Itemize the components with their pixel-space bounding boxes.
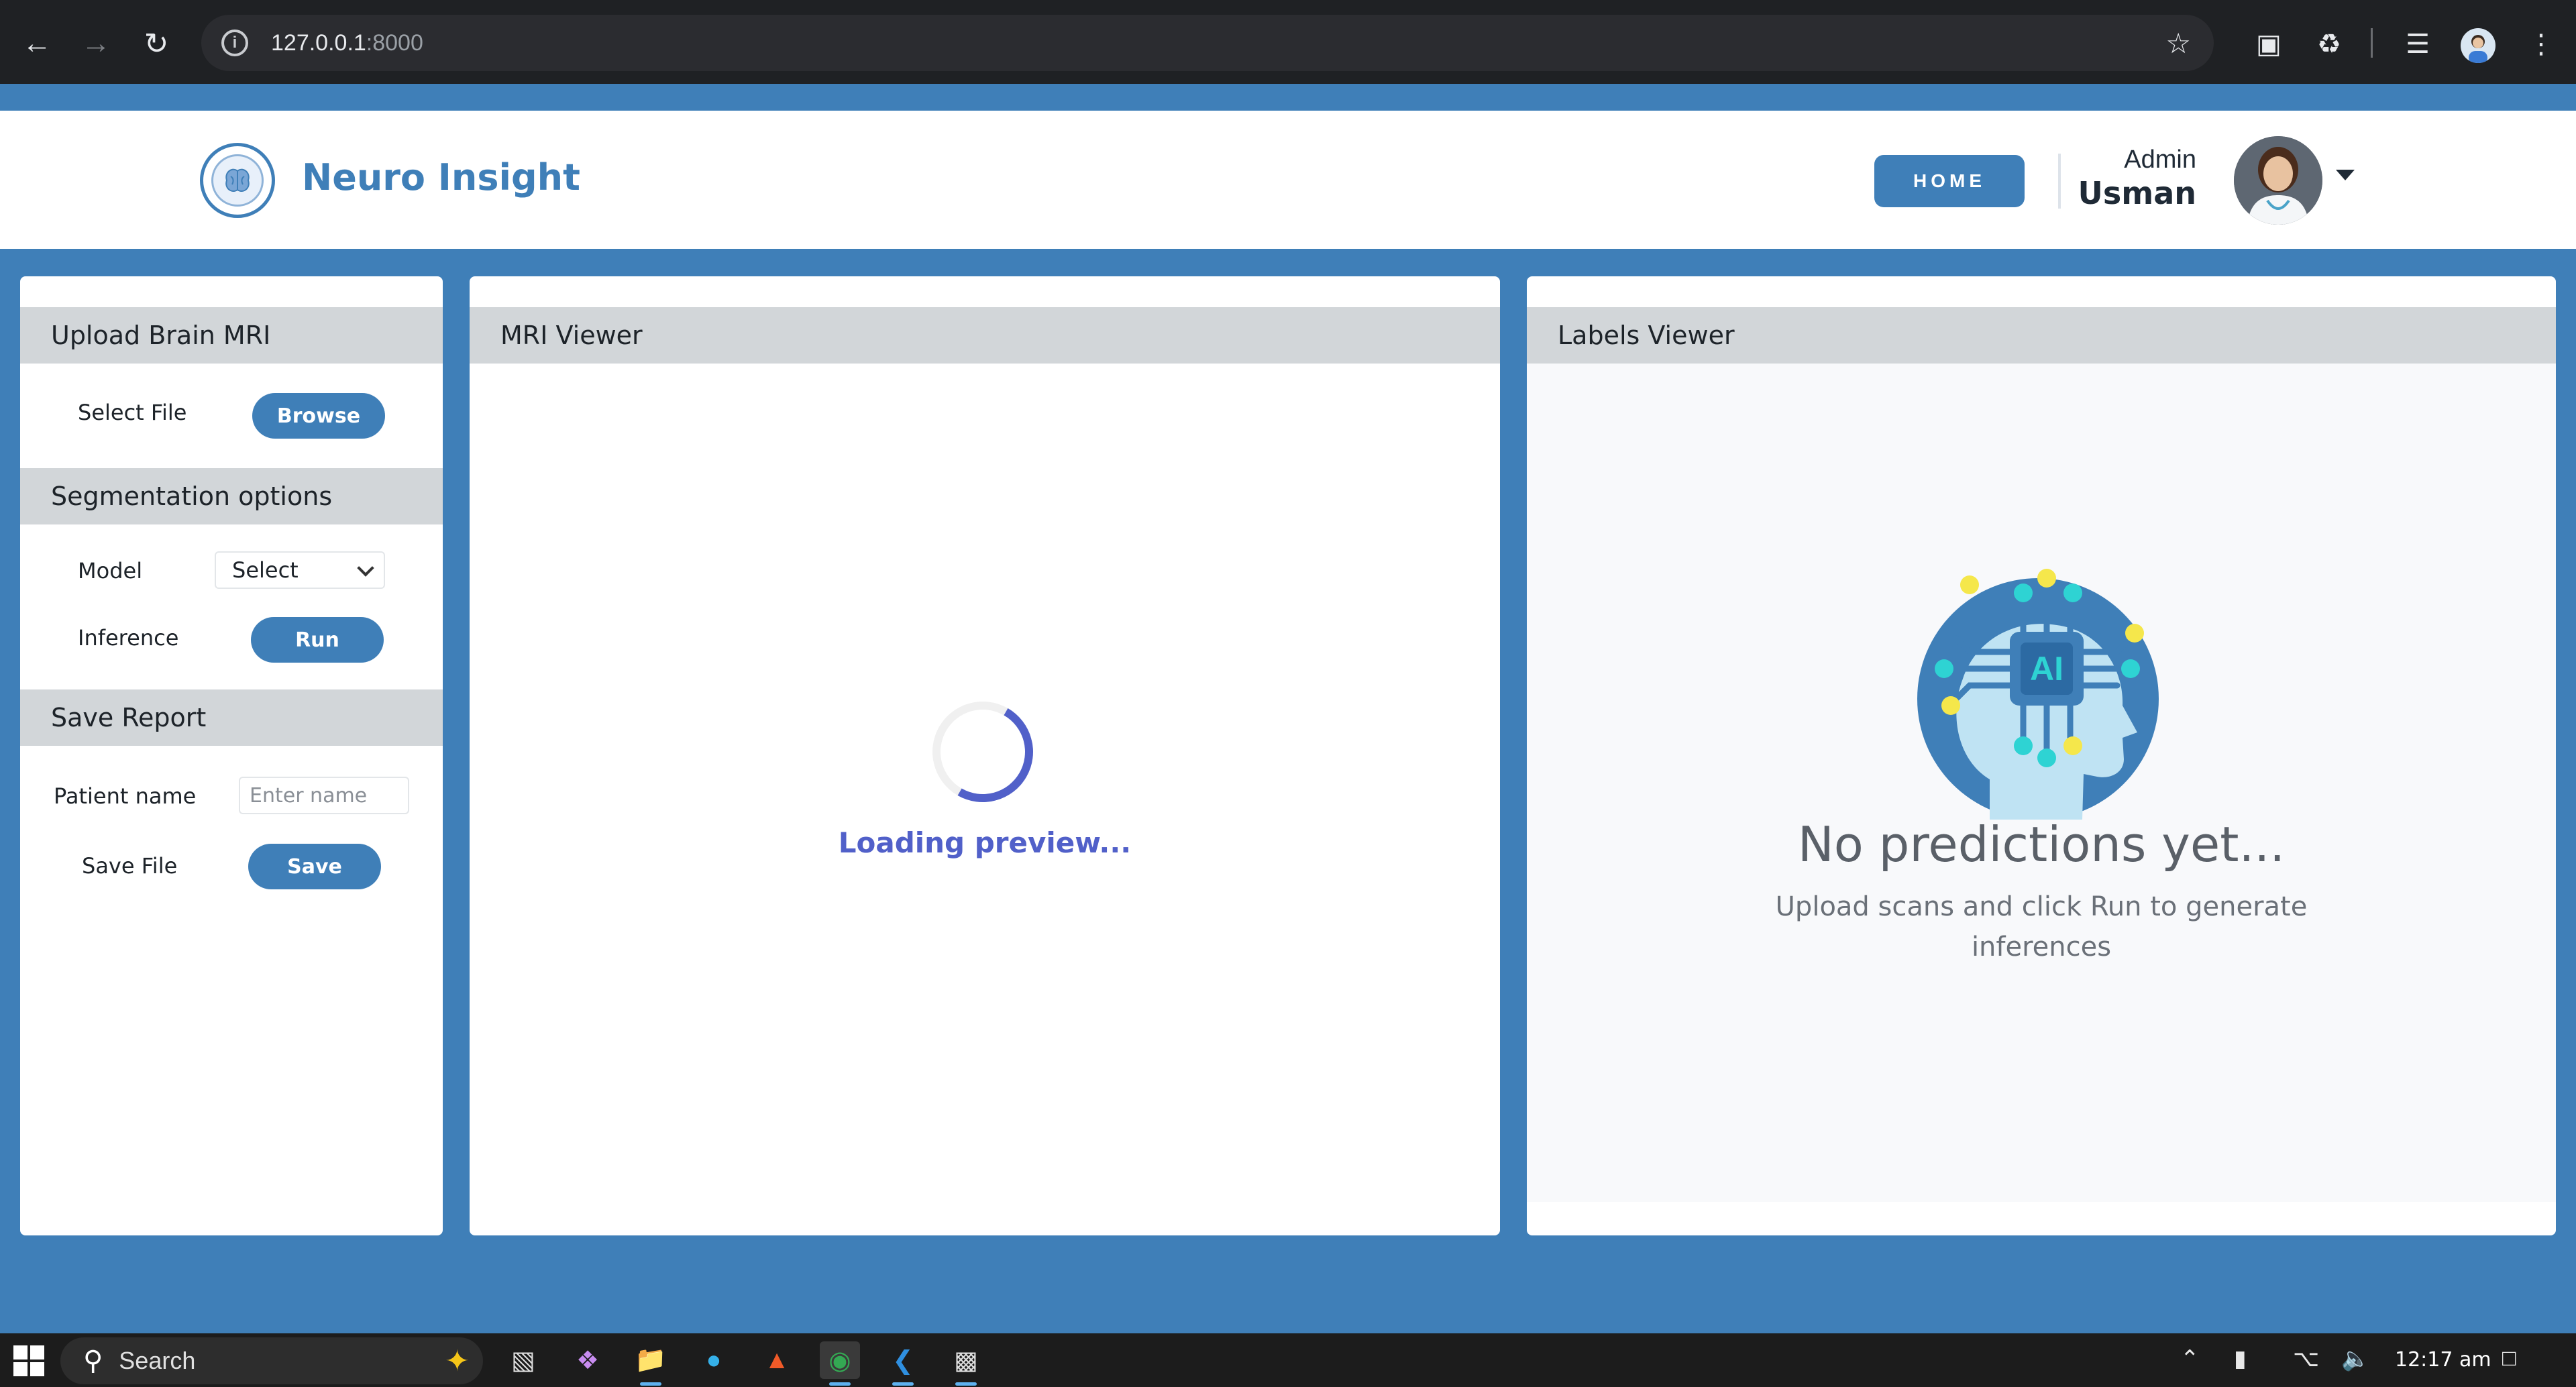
- controls-panel: Upload Brain MRI Select File Browse Segm…: [20, 276, 443, 1235]
- battery-icon[interactable]: ▮: [2234, 1345, 2247, 1372]
- inference-label: Inference: [78, 625, 179, 651]
- taskbar-search[interactable]: ⚲ Search ✦: [60, 1337, 483, 1384]
- search-icon: ⚲: [83, 1346, 103, 1376]
- volume-icon[interactable]: 🔈: [2341, 1345, 2369, 1372]
- running-indicator: [640, 1382, 661, 1386]
- reload-icon[interactable]: ↻: [136, 23, 177, 64]
- taskbar-clock[interactable]: 12:17 am: [2395, 1348, 2491, 1372]
- browser-profile-avatar[interactable]: [2461, 28, 2496, 63]
- site-info-icon[interactable]: i: [221, 30, 248, 56]
- user-avatar[interactable]: [2234, 136, 2322, 225]
- ai-chip-text: AI: [2030, 650, 2063, 687]
- brain-logo-inner: [211, 154, 264, 207]
- app-top-strip: [0, 84, 2576, 111]
- model-label: Model: [78, 558, 143, 584]
- tray-chevron-up-icon[interactable]: ⌃: [2180, 1345, 2200, 1372]
- active-indicator: [829, 1382, 851, 1386]
- edge-browser-icon[interactable]: ●: [694, 1341, 734, 1379]
- copilot-sparkle-icon[interactable]: ✦: [445, 1344, 470, 1378]
- brain-logo-icon[interactable]: [200, 143, 275, 218]
- patient-name-label: Patient name: [54, 783, 197, 809]
- running-indicator: [892, 1382, 914, 1386]
- chevron-down-icon: [357, 559, 374, 577]
- model-select[interactable]: Select: [215, 551, 385, 589]
- toolbar-separator: [2371, 28, 2373, 58]
- notification-icon[interactable]: □: [2502, 1345, 2516, 1372]
- labels-viewer-title: Labels Viewer: [1527, 307, 2556, 364]
- running-indicator: [955, 1382, 977, 1386]
- loading-preview-text: Loading preview...: [838, 826, 1132, 859]
- media-queue-icon[interactable]: ☰: [2399, 25, 2436, 63]
- url-text: 127.0.0.1:8000: [271, 30, 423, 56]
- save-button[interactable]: Save: [248, 844, 381, 889]
- user-menu-caret-icon[interactable]: [2336, 170, 2355, 180]
- save-file-label: Save File: [82, 853, 178, 879]
- home-button[interactable]: HOME: [1874, 155, 2025, 207]
- taskbar-search-text: Search: [119, 1347, 196, 1374]
- mri-viewer-title: MRI Viewer: [470, 307, 1500, 364]
- browse-button[interactable]: Browse: [252, 393, 385, 439]
- windows-start-icon[interactable]: [13, 1345, 44, 1376]
- windows-taskbar: ⚲ Search ✦ ▧ ❖ 📁 ● ▲ ◉ ❮ ▩ ⌃ ▮ ⌥ 🔈 12:17…: [0, 1333, 2576, 1387]
- no-predictions-title: No predictions yet...: [1797, 816, 2286, 873]
- url-port: :8000: [366, 30, 423, 56]
- bookmark-star-icon[interactable]: ☆: [2165, 27, 2191, 60]
- brand-title[interactable]: Neuro Insight: [302, 156, 580, 199]
- file-explorer-icon[interactable]: 📁: [631, 1341, 671, 1386]
- loading-spinner-icon: [921, 690, 1044, 814]
- browser-toolbar: ← → ↻ i 127.0.0.1:8000 ☆ ▣ ♻ ☰ ⋮: [0, 0, 2576, 84]
- user-role: Admin: [2124, 146, 2196, 174]
- brave-browser-icon[interactable]: ▲: [757, 1341, 797, 1379]
- mri-viewer-panel: MRI Viewer Loading preview...: [470, 276, 1500, 1235]
- model-select-value: Select: [232, 557, 299, 583]
- labels-viewer-panel: Labels Viewer AI No predictions yet... U…: [1527, 276, 2556, 1235]
- url-host: 127.0.0.1: [271, 30, 366, 56]
- patient-name-input[interactable]: [239, 777, 409, 814]
- chrome-browser-icon[interactable]: ◉: [820, 1341, 860, 1386]
- app-header: Neuro Insight HOME Admin Usman: [0, 111, 2576, 249]
- extensions-puzzle-icon[interactable]: ♻: [2310, 25, 2348, 63]
- vscode-icon[interactable]: ❮: [883, 1341, 923, 1386]
- save-report-section-title: Save Report: [20, 689, 443, 746]
- ai-head-illustration-icon: AI: [1917, 569, 2159, 820]
- select-file-label: Select File: [78, 400, 187, 425]
- address-bar[interactable]: i 127.0.0.1:8000 ☆: [201, 15, 2214, 71]
- segmentation-section-title: Segmentation options: [20, 468, 443, 524]
- wifi-icon[interactable]: ⌥: [2293, 1345, 2319, 1372]
- terminal-icon[interactable]: ▩: [946, 1341, 986, 1386]
- upload-section-title: Upload Brain MRI: [20, 307, 443, 364]
- user-name: Usman: [2078, 175, 2196, 211]
- cast-tab-icon[interactable]: ▣: [2250, 25, 2288, 63]
- copilot-app-icon[interactable]: ❖: [568, 1341, 608, 1379]
- task-view-icon[interactable]: ▧: [503, 1341, 543, 1379]
- back-arrow-icon[interactable]: ←: [16, 23, 58, 64]
- header-divider: [2058, 154, 2061, 209]
- run-button[interactable]: Run: [251, 617, 384, 663]
- browser-menu-icon[interactable]: ⋮: [2522, 25, 2560, 63]
- forward-arrow-icon[interactable]: →: [75, 23, 117, 64]
- no-predictions-subtitle: Upload scans and click Run to generate i…: [1775, 891, 2308, 962]
